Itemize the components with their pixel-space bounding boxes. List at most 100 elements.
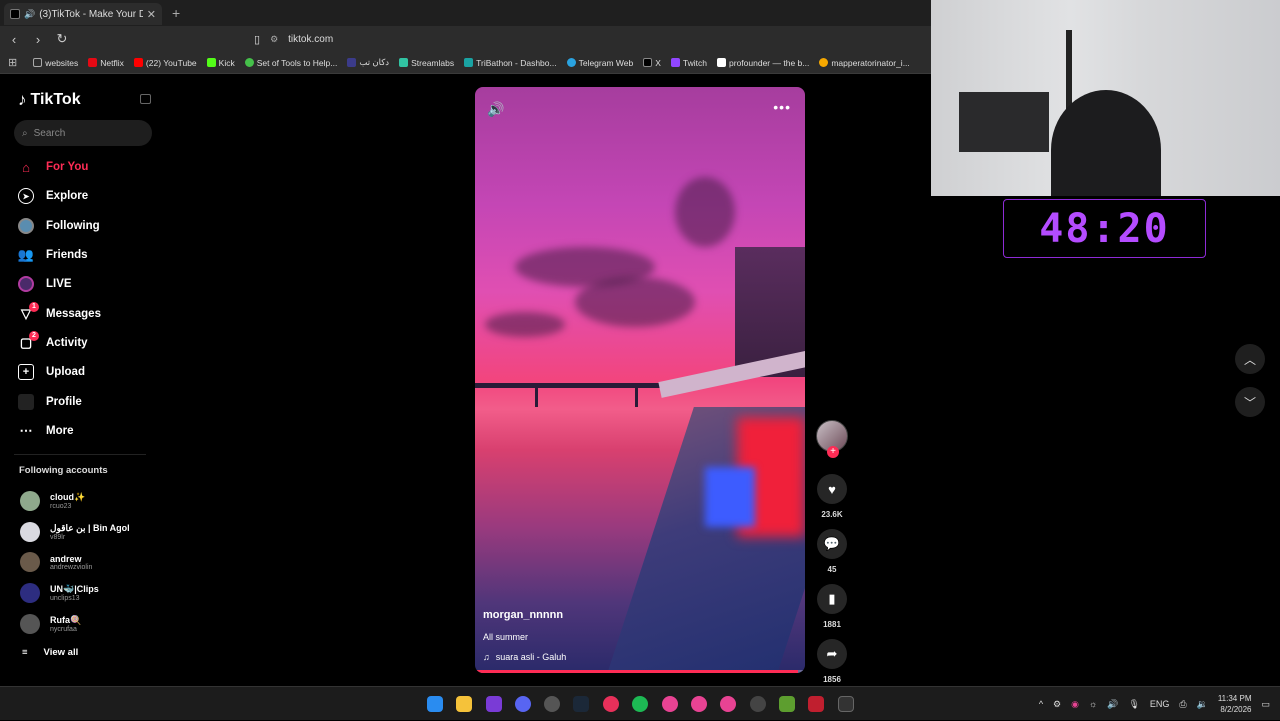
like-count: 23.6K xyxy=(821,510,843,519)
bridge-pier xyxy=(635,383,638,407)
terminal-icon[interactable] xyxy=(838,696,854,712)
bookmark-twitch[interactable]: Twitch xyxy=(670,58,707,68)
view-all-link[interactable]: ≡ View all xyxy=(22,647,78,658)
webcam-overlay xyxy=(931,0,1280,196)
bookmark-mapperatorinator[interactable]: mapperatorinator_i... xyxy=(819,58,910,68)
video-description: All summer xyxy=(483,632,529,642)
bookmark-x[interactable]: X xyxy=(643,58,661,68)
video-player[interactable]: 🔊 ••• morgan_nnnnn All summer ♫ suara as… xyxy=(475,87,805,673)
file-explorer-icon[interactable] xyxy=(456,696,472,712)
account-item[interactable]: andrew andrewzviolin xyxy=(20,548,150,576)
comment-action[interactable]: 💬 45 xyxy=(814,529,850,574)
account-item[interactable]: Rufa🍭 nycrufaa xyxy=(20,610,150,638)
share-action[interactable]: ➦ 1856 xyxy=(814,639,850,684)
collapse-sidebar-icon[interactable] xyxy=(140,94,151,104)
tribathon-icon xyxy=(464,58,474,67)
nav-following[interactable]: Following xyxy=(18,214,148,238)
heart-icon[interactable]: ♥ xyxy=(817,474,847,504)
minecraft-icon[interactable] xyxy=(779,696,795,712)
bookmark-streamlabs[interactable]: Streamlabs xyxy=(399,58,454,68)
osu-icon[interactable] xyxy=(720,696,736,712)
bookmark-telegram[interactable]: Telegram Web xyxy=(566,58,633,68)
more-options-icon[interactable]: ••• xyxy=(773,99,791,115)
nav-profile[interactable]: Profile xyxy=(18,390,148,414)
speaker-icon[interactable]: 🔉 xyxy=(1197,699,1208,710)
like-action[interactable]: ♥ 23.6K xyxy=(814,474,850,519)
back-icon[interactable]: ‹ xyxy=(4,32,24,47)
apps-grid-icon[interactable]: ⊞ xyxy=(8,56,17,69)
tab-title: (3)TikTok - Make Your Day xyxy=(39,8,143,20)
bookmark-profounder[interactable]: profounder — the b... xyxy=(717,58,809,68)
url-text[interactable]: tiktok.com xyxy=(288,34,333,45)
video-progress-bar[interactable] xyxy=(475,670,805,673)
nav-friends[interactable]: 👥 Friends xyxy=(18,243,148,267)
bookmark-websites[interactable]: websites xyxy=(33,58,78,68)
nav-activity[interactable]: ▢ 2 Activity xyxy=(18,331,148,355)
notifications-icon[interactable]: ▭ xyxy=(1261,699,1270,710)
share-icon[interactable]: ➦ xyxy=(817,639,847,669)
tiktok-logo[interactable]: ♪ TikTok xyxy=(18,90,81,110)
chevron-up-icon[interactable]: ^ xyxy=(1039,699,1043,709)
bookmark-kick[interactable]: Kick xyxy=(206,58,235,68)
avatar xyxy=(20,583,40,603)
account-item[interactable]: UN🐳|Clips unclips13 xyxy=(20,579,150,607)
comment-icon[interactable]: 💬 xyxy=(817,529,847,559)
save-action[interactable]: ▮ 1881 xyxy=(814,584,850,629)
new-tab-button[interactable]: + xyxy=(172,5,180,21)
home-icon: ⌂ xyxy=(22,159,30,175)
browser-icon[interactable] xyxy=(486,696,502,712)
video-author[interactable]: morgan_nnnnn xyxy=(483,609,563,621)
site-info-icon[interactable]: ⚙ xyxy=(270,34,278,45)
next-video-button[interactable]: ﹀ xyxy=(1235,387,1265,417)
list-icon: ≡ xyxy=(22,647,28,658)
osu-icon[interactable] xyxy=(662,696,678,712)
obs-icon[interactable] xyxy=(544,696,560,712)
osu-icon[interactable] xyxy=(691,696,707,712)
language-indicator[interactable]: ENG xyxy=(1150,699,1170,709)
reload-icon[interactable]: ↻ xyxy=(52,31,72,47)
video-music[interactable]: ♫ suara asli - Galuh xyxy=(483,652,566,662)
windows-start-icon[interactable] xyxy=(427,696,443,712)
nav-for-you[interactable]: ⌂ For You xyxy=(18,155,148,179)
tray-app-icon[interactable]: ◉ xyxy=(1071,699,1079,710)
volume-icon[interactable]: 🔊 xyxy=(1107,699,1118,710)
person xyxy=(1051,90,1161,196)
bookmark-tools[interactable]: Set of Tools to Help... xyxy=(244,58,337,68)
app-icon[interactable] xyxy=(808,696,824,712)
discord-icon[interactable] xyxy=(515,696,531,712)
shelf xyxy=(959,92,1049,152)
nav-live[interactable]: LIVE xyxy=(18,272,148,296)
spotify-icon[interactable] xyxy=(632,696,648,712)
nav-more[interactable]: ⋯ More xyxy=(18,419,148,443)
account-item[interactable]: cloud✨ rcuo23 xyxy=(20,487,150,515)
more-icon: ⋯ xyxy=(19,423,33,438)
steam-icon[interactable] xyxy=(573,696,589,712)
address-bar[interactable]: ▯ ⚙ tiktok.com xyxy=(254,29,924,49)
author-avatar[interactable]: + xyxy=(816,420,848,458)
microphone-icon[interactable]: 🎙 xyxy=(1128,699,1139,710)
brightness-icon[interactable]: ☼ xyxy=(1089,699,1097,709)
previous-video-button[interactable]: ︿ xyxy=(1235,344,1265,374)
close-tab-icon[interactable]: ✕ xyxy=(147,8,156,21)
bookmark-icon[interactable]: ▯ xyxy=(254,33,260,46)
volume-icon[interactable]: 🔊 xyxy=(487,101,504,118)
search-input[interactable]: ⌕ Search xyxy=(14,120,152,146)
save-count: 1881 xyxy=(823,620,841,629)
nav-messages[interactable]: ▽ 1 Messages xyxy=(18,302,148,326)
browser-tab[interactable]: 🔊 (3)TikTok - Make Your Day ✕ xyxy=(4,3,162,25)
bookmark-netflix[interactable]: Netflix xyxy=(88,58,124,68)
clock[interactable]: 11:34 PM 8/2/2026 xyxy=(1218,693,1252,715)
app-icon[interactable] xyxy=(750,696,766,712)
tray-app-icon[interactable]: ⚙ xyxy=(1053,699,1061,710)
follow-plus-icon[interactable]: + xyxy=(827,446,839,458)
app-icon[interactable] xyxy=(603,696,619,712)
bookmark-youtube[interactable]: (22) YouTube xyxy=(133,58,197,68)
bookmark-tribathon[interactable]: TriBathon - Dashbo... xyxy=(464,58,557,68)
network-icon[interactable]: ⎙ xyxy=(1179,699,1186,710)
account-item[interactable]: بن عاقول | Bin Agol v89lr xyxy=(20,518,150,546)
nav-explore[interactable]: ➤ Explore xyxy=(18,184,148,208)
bookmark-icon[interactable]: ▮ xyxy=(817,584,847,614)
forward-icon[interactable]: › xyxy=(28,32,48,47)
bookmark-dukkan[interactable]: دكان تب xyxy=(347,57,389,68)
nav-upload[interactable]: + Upload xyxy=(18,360,148,384)
